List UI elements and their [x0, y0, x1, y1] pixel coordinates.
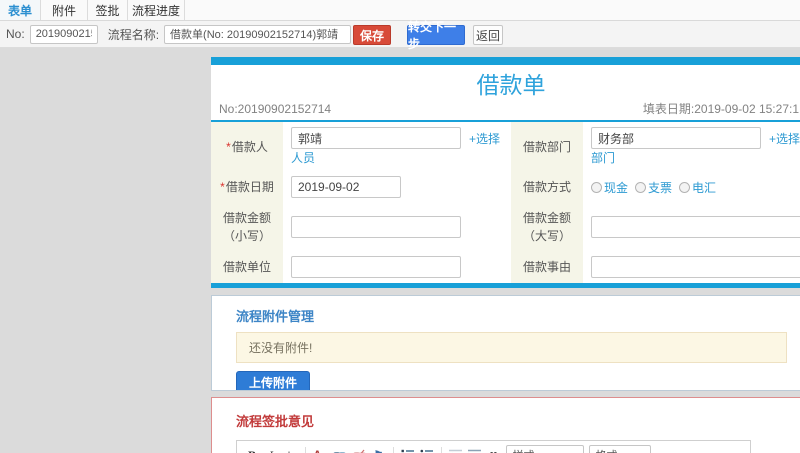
- format-dropdown[interactable]: 格式 ▾: [588, 445, 651, 453]
- radio-circle-icon[interactable]: [679, 181, 691, 193]
- save-button[interactable]: 保存: [353, 25, 391, 45]
- form-date-text: 填表日期:2019-09-02 15:27:1: [642, 102, 799, 116]
- required-mark: *: [226, 139, 231, 154]
- strikethrough-icon[interactable]: abc: [283, 447, 298, 453]
- loan-date-input[interactable]: [291, 176, 401, 198]
- radio-cash[interactable]: 现金: [591, 179, 628, 196]
- table-row: *借款日期 借款方式 现金 支票 电汇: [211, 171, 800, 203]
- loan-method-field-cell: 现金 支票 电汇: [583, 171, 800, 203]
- styles-dropdown-label: 样式: [513, 447, 535, 453]
- bold-icon[interactable]: B: [245, 447, 259, 453]
- required-mark: *: [220, 180, 225, 194]
- indent-icon[interactable]: [467, 447, 482, 453]
- toolbar-separator: [440, 447, 442, 453]
- no-attachments-alert: 还没有附件!: [236, 332, 787, 363]
- panel-top-accent: [211, 57, 800, 65]
- toolbar-separator: [392, 447, 394, 453]
- back-button[interactable]: 返回: [473, 25, 503, 45]
- radio-wire-label: 电汇: [692, 180, 717, 195]
- main-content: 借款单 No:20190902152714 填表日期:2019-09-02 15…: [211, 57, 800, 453]
- tab-bar: 表单 附件 签批 流程进度: [0, 0, 800, 21]
- loan-date-label-cell: *借款日期: [211, 171, 283, 203]
- anchor-flag-icon[interactable]: ⚑: [372, 447, 386, 453]
- no-input[interactable]: [29, 24, 98, 44]
- approval-heading: 流程签批意见: [236, 414, 315, 429]
- department-label-cell: 借款部门: [511, 122, 583, 171]
- unit-field-cell: [283, 251, 511, 283]
- amount-upper-field-cell: [583, 203, 800, 251]
- loan-method-label-cell: 借款方式: [511, 171, 583, 203]
- format-dropdown-label: 格式: [596, 447, 618, 453]
- loan-form-table: *借款人 +选择人员 借款部门 +选择部门 *借款日期: [211, 122, 800, 283]
- rich-text-editor: B I abc Ax ⚑: [236, 440, 751, 453]
- italic-icon[interactable]: I: [264, 447, 278, 453]
- unit-label: 借款单位: [222, 260, 271, 274]
- borrower-input[interactable]: [291, 127, 461, 149]
- tab-form[interactable]: 表单: [0, 0, 41, 20]
- numbered-list-icon[interactable]: [401, 447, 415, 453]
- table-row: 借款单位 借款事由: [211, 251, 800, 283]
- remove-format-glyph: A: [313, 448, 322, 453]
- radio-cheque-label: 支票: [648, 180, 673, 195]
- amount-upper-label-cell: 借款金额（大写）: [511, 203, 583, 251]
- approval-panel: 流程签批意见 B I abc Ax ⚑: [211, 397, 800, 453]
- panel-bottom-accent: [211, 283, 800, 288]
- form-meta-row: No:20190902152714 填表日期:2019-09-02 15:27:…: [211, 99, 800, 120]
- tab-attachments[interactable]: 附件: [41, 0, 88, 20]
- reason-label: 借款事由: [522, 260, 571, 274]
- process-name-label: 流程名称:: [107, 27, 160, 42]
- remove-format-icon[interactable]: Ax: [313, 447, 327, 453]
- attachments-heading: 流程附件管理: [236, 309, 315, 324]
- radio-cheque[interactable]: 支票: [635, 179, 672, 196]
- form-title: 借款单: [476, 72, 546, 98]
- loan-date-label: 借款日期: [225, 180, 274, 194]
- form-no-text: No:20190902152714: [219, 102, 332, 116]
- amount-lower-label: 借款金额（小写）: [222, 211, 271, 243]
- borrower-label-cell: *借款人: [211, 122, 283, 171]
- amount-upper-label: 借款金额（大写）: [522, 211, 571, 243]
- amount-lower-input[interactable]: [291, 216, 461, 238]
- radio-cash-label: 现金: [604, 180, 629, 195]
- amount-lower-label-cell: 借款金额（小写）: [211, 203, 283, 251]
- reason-label-cell: 借款事由: [511, 251, 583, 283]
- tab-progress[interactable]: 流程进度: [128, 0, 185, 20]
- radio-wire[interactable]: 电汇: [679, 179, 716, 196]
- loan-method-label: 借款方式: [522, 180, 571, 194]
- unit-input[interactable]: [291, 256, 461, 278]
- borrower-field-cell: +选择人员: [283, 122, 511, 171]
- tab-approval[interactable]: 签批: [88, 0, 128, 20]
- radio-circle-icon[interactable]: [591, 181, 602, 193]
- loan-method-radios: 现金 支票 电汇: [591, 179, 800, 196]
- toolbar-separator: [304, 447, 306, 453]
- department-input[interactable]: [591, 127, 761, 149]
- bulleted-list-icon[interactable]: [420, 447, 434, 453]
- no-label: No:: [6, 27, 25, 41]
- attachments-panel: 流程附件管理 还没有附件! 上传附件: [211, 295, 800, 391]
- styles-dropdown[interactable]: 样式 ▾: [505, 445, 584, 453]
- amount-upper-input[interactable]: [591, 216, 800, 238]
- department-field-cell: +选择部门: [583, 122, 800, 171]
- upload-attachment-button[interactable]: 上传附件: [236, 371, 311, 390]
- process-name-input[interactable]: [164, 24, 352, 44]
- unlink-icon[interactable]: [352, 447, 367, 453]
- radio-circle-icon[interactable]: [635, 181, 647, 193]
- table-row: *借款人 +选择人员 借款部门 +选择部门: [211, 122, 800, 171]
- reason-field-cell: [583, 251, 800, 283]
- loan-date-field-cell: [283, 171, 511, 203]
- table-row: 借款金额（小写） 借款金额（大写）: [211, 203, 800, 251]
- outdent-icon[interactable]: [448, 447, 463, 453]
- reason-input[interactable]: [591, 256, 800, 278]
- unit-label-cell: 借款单位: [211, 251, 283, 283]
- editor-toolbar: B I abc Ax ⚑: [237, 441, 750, 453]
- department-label: 借款部门: [522, 139, 571, 154]
- command-bar: No: 流程名称: 保存 转交下一步 返回: [0, 20, 800, 51]
- loan-form-panel: 借款单 No:20190902152714 填表日期:2019-09-02 15…: [211, 57, 800, 288]
- borrower-label: 借款人: [231, 139, 268, 154]
- amount-lower-field-cell: [283, 203, 511, 251]
- link-icon[interactable]: [332, 447, 347, 453]
- forward-next-step-button[interactable]: 转交下一步: [407, 20, 465, 51]
